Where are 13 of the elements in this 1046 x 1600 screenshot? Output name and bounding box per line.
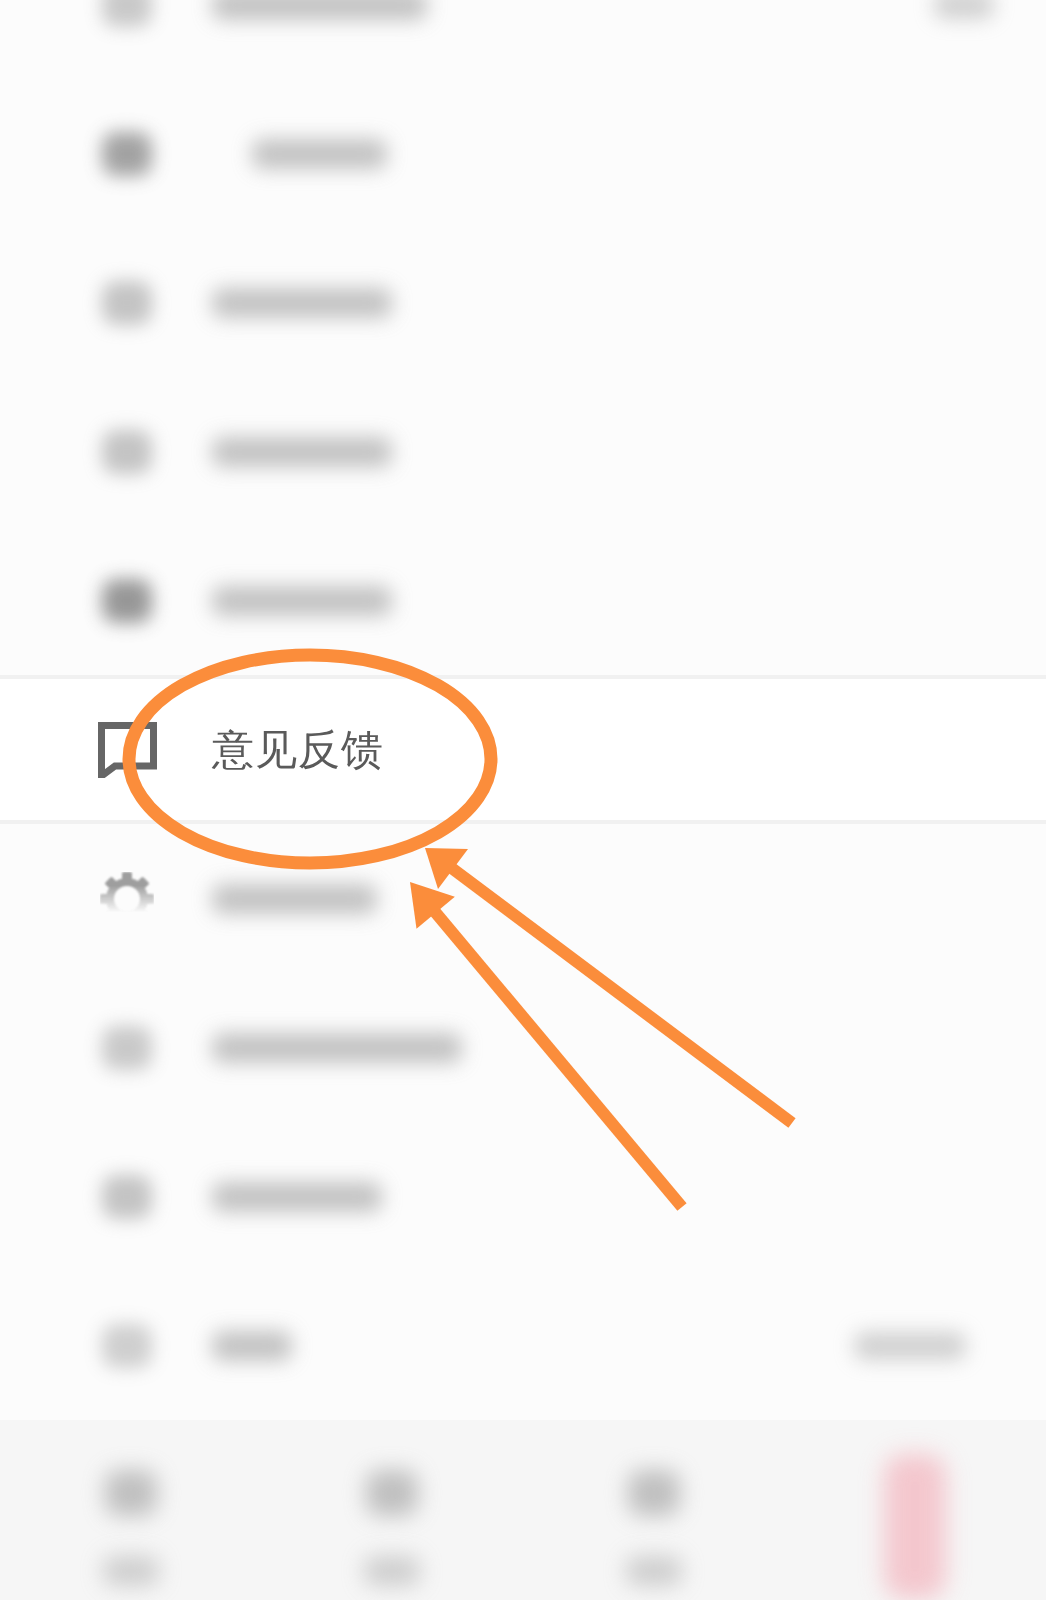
speech-bubble-icon bbox=[98, 721, 157, 778]
blurred-icon bbox=[102, 1323, 152, 1368]
blurred-icon bbox=[102, 578, 152, 623]
blurred-icon[interactable] bbox=[366, 1470, 419, 1516]
blurred-icon[interactable] bbox=[104, 1470, 157, 1516]
blurred-icon[interactable] bbox=[627, 1470, 680, 1516]
blurred-icon[interactable] bbox=[884, 1454, 947, 1599]
blurred-icon bbox=[102, 1025, 152, 1070]
blurred-icon bbox=[102, 131, 152, 176]
blurred-icon bbox=[102, 429, 152, 474]
menu-item[interactable]: 意见反馈 bbox=[0, 675, 1046, 824]
blurred-icon bbox=[102, 280, 152, 325]
blurred-icon bbox=[102, 1174, 152, 1219]
